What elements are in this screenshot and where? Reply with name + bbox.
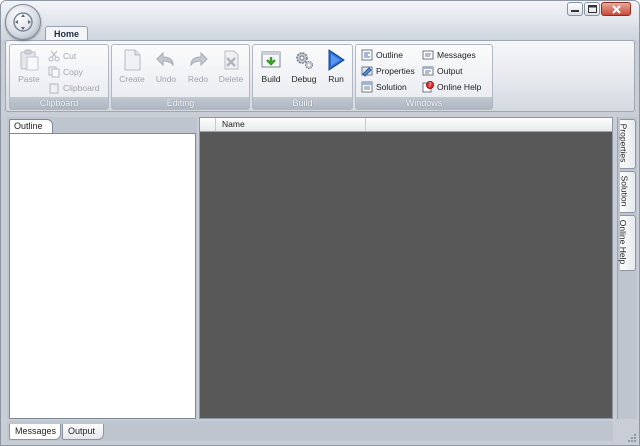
- app-menu-button[interactable]: [5, 4, 41, 40]
- cut-label: Cut: [63, 51, 77, 61]
- scissors-icon: [48, 50, 60, 62]
- undo-label: Undo: [155, 74, 177, 84]
- online-help-label: Online Help: [437, 82, 482, 92]
- ribbon: Paste Cut Copy Clipboard Clipboard Creat…: [5, 40, 635, 112]
- editing-group-title: Editing: [112, 97, 249, 109]
- maximize-button[interactable]: [584, 2, 600, 16]
- minimize-button[interactable]: [567, 2, 583, 16]
- redo-button[interactable]: Redo: [183, 49, 213, 89]
- output-icon: [422, 66, 434, 76]
- outline-label: Outline: [376, 50, 403, 60]
- cut-button[interactable]: Cut: [48, 49, 76, 63]
- title-bar[interactable]: [1, 1, 639, 25]
- debug-label: Debug: [291, 74, 317, 84]
- close-icon: [611, 4, 621, 14]
- delete-button[interactable]: Delete: [216, 49, 246, 89]
- document-grid[interactable]: Name: [199, 117, 613, 419]
- gear-icon: [296, 52, 313, 69]
- close-button[interactable]: [601, 2, 631, 16]
- tab-properties[interactable]: Properties: [618, 119, 636, 169]
- undo-icon: [156, 51, 174, 67]
- grid-column-header-blank[interactable]: [200, 118, 216, 131]
- minimize-icon: [571, 10, 579, 12]
- solution-window-button[interactable]: Solution: [361, 80, 407, 94]
- play-icon: [328, 49, 345, 71]
- solution-label: Solution: [376, 82, 407, 92]
- messages-icon: [422, 50, 434, 60]
- tab-solution-label: Solution: [619, 175, 630, 207]
- tab-output[interactable]: Output: [62, 424, 104, 440]
- messages-window-button[interactable]: Messages: [422, 48, 476, 62]
- tab-home[interactable]: Home: [45, 26, 88, 41]
- ribbon-tab-strip: [1, 25, 639, 40]
- paste-button[interactable]: Paste: [14, 49, 44, 89]
- tab-solution[interactable]: Solution: [619, 171, 636, 213]
- redo-label: Redo: [187, 74, 209, 84]
- clipboard-group: Paste Cut Copy Clipboard Clipboard: [9, 44, 109, 110]
- debug-button[interactable]: Debug: [289, 49, 319, 89]
- resize-grip-icon[interactable]: [625, 431, 637, 443]
- run-label: Run: [328, 74, 344, 84]
- redo-icon: [190, 51, 208, 67]
- properties-window-button[interactable]: Properties: [361, 64, 415, 78]
- maximize-icon: [587, 5, 597, 13]
- online-help-window-button[interactable]: ? Online Help: [422, 80, 481, 94]
- build-icon: [261, 51, 281, 68]
- right-dock-rail: Properties Solution Online Help: [617, 117, 637, 419]
- delete-label: Delete: [218, 74, 244, 84]
- properties-icon: [361, 66, 373, 77]
- output-window-button[interactable]: Output: [422, 64, 463, 78]
- output-label: Output: [437, 66, 463, 76]
- clipboard-icon: [49, 83, 59, 94]
- windows-group: Outline Properties Solution Messages Out…: [355, 44, 493, 110]
- editing-group: Create Undo Redo Delete Editing: [111, 44, 250, 110]
- build-label: Build: [261, 74, 281, 84]
- app-orb-icon: [13, 12, 33, 32]
- outline-window-button[interactable]: Outline: [361, 48, 403, 62]
- copy-icon: [48, 66, 60, 78]
- tab-outline[interactable]: Outline: [9, 119, 53, 133]
- outline-icon: [361, 49, 373, 61]
- solution-icon: [361, 81, 373, 93]
- bottom-dock-rail: Messages Output: [7, 421, 613, 441]
- tab-online-help[interactable]: Online Help: [618, 215, 636, 271]
- tab-messages[interactable]: Messages: [9, 424, 61, 440]
- clipboard-label: Clipboard: [63, 83, 100, 93]
- paste-icon: [20, 49, 39, 71]
- help-icon: ?: [422, 81, 434, 93]
- clipboard-group-title: Clipboard: [10, 97, 108, 109]
- copy-label: Copy: [63, 67, 83, 77]
- run-button[interactable]: Run: [321, 49, 351, 89]
- windows-group-title: Windows: [356, 97, 492, 109]
- outline-pane: Outline: [7, 117, 197, 419]
- new-document-icon: [124, 49, 141, 71]
- svg-text:?: ?: [428, 82, 431, 89]
- grid-header: Name: [200, 118, 612, 132]
- build-button[interactable]: Build: [256, 49, 286, 89]
- properties-label: Properties: [376, 66, 415, 76]
- create-button[interactable]: Create: [117, 49, 147, 89]
- delete-icon: [224, 50, 239, 70]
- tab-properties-label: Properties: [618, 123, 629, 163]
- outline-tree[interactable]: [9, 133, 196, 419]
- build-group-title: Build: [253, 97, 352, 109]
- undo-button[interactable]: Undo: [151, 49, 181, 89]
- copy-button[interactable]: Copy: [48, 65, 83, 79]
- grid-column-header-name[interactable]: Name: [216, 118, 366, 131]
- tab-online-help-label: Online Help: [618, 219, 629, 265]
- build-group: Build Debug Run Build: [252, 44, 353, 110]
- application-window: Home Paste Cut Copy Clipboard Clipboard …: [0, 0, 640, 446]
- clipboard-button[interactable]: Clipboard: [48, 81, 99, 95]
- create-label: Create: [119, 74, 145, 84]
- paste-label: Paste: [18, 74, 40, 84]
- messages-label: Messages: [437, 50, 476, 60]
